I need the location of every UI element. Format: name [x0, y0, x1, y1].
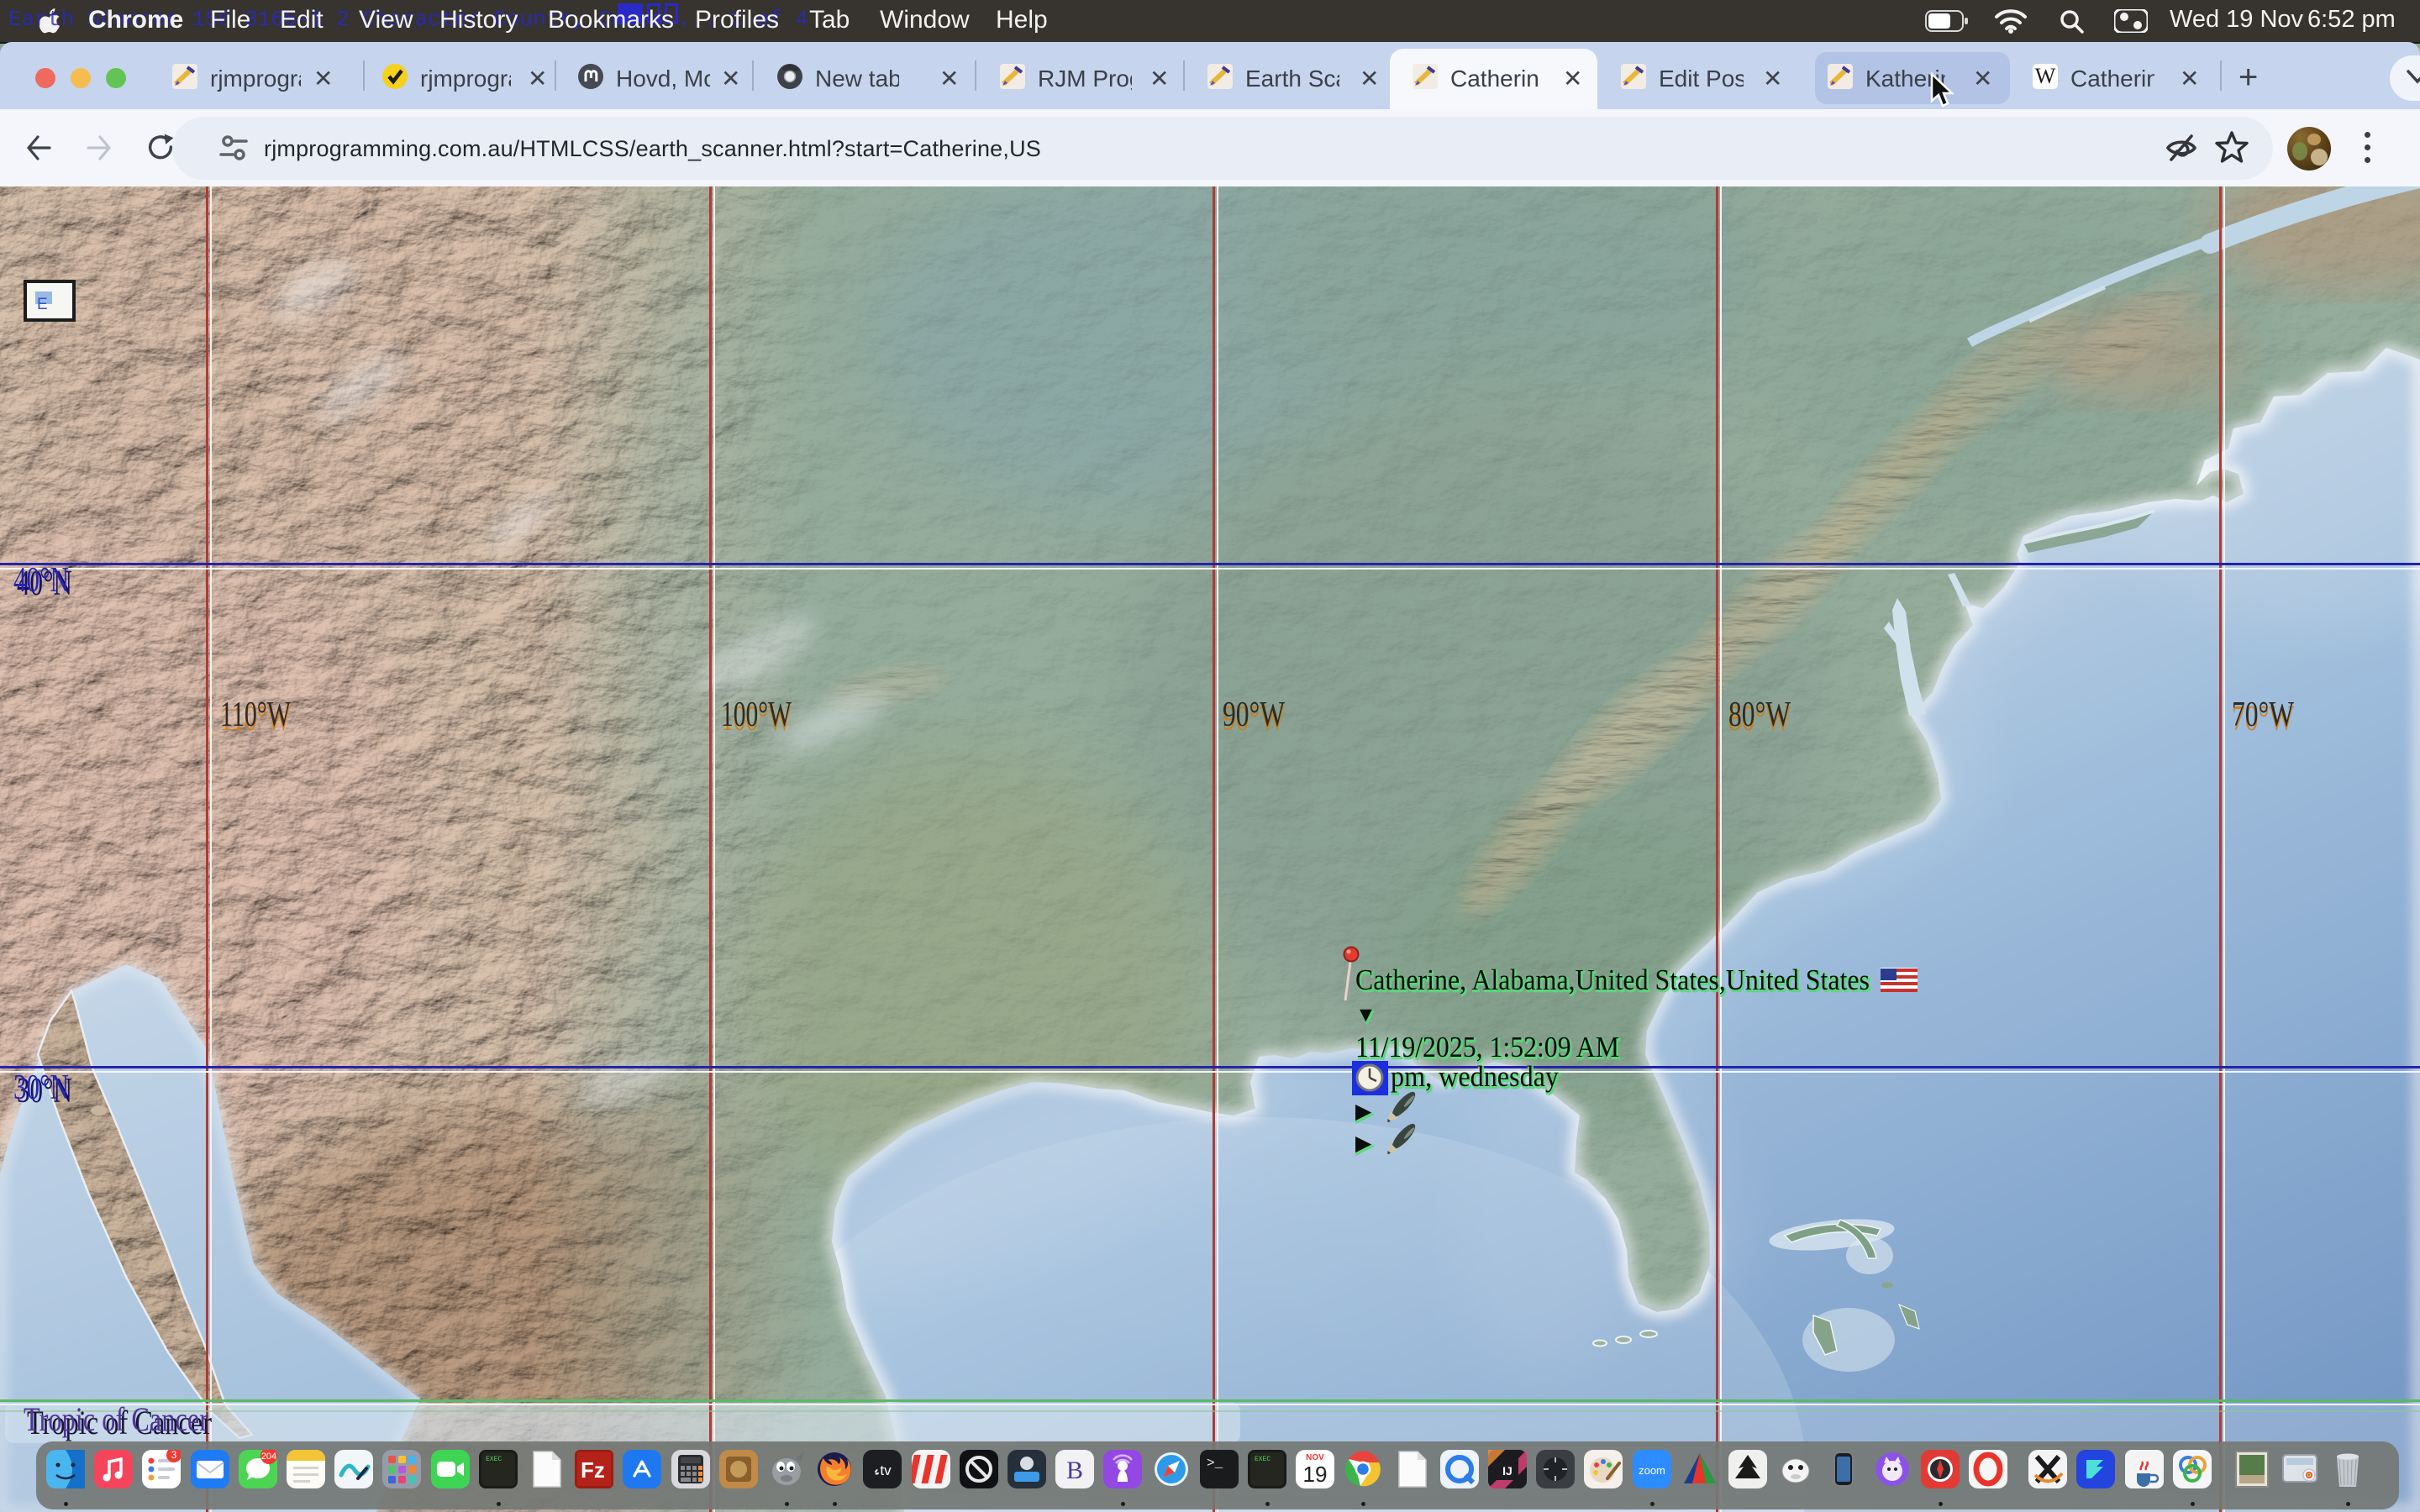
- svg-text:zoom: zoom: [1639, 1464, 1665, 1477]
- svg-text:>_: >_: [1207, 1456, 1223, 1471]
- svg-text:3: 3: [171, 1450, 177, 1461]
- svg-text:▶: ▶: [1355, 1100, 1372, 1123]
- svg-text:B: B: [1066, 1457, 1083, 1484]
- svg-text:80°W: 80°W: [1728, 696, 1791, 734]
- svg-text:pm, wednesday: pm, wednesday: [1391, 1060, 1559, 1093]
- svg-text:40°N: 40°N: [13, 561, 69, 600]
- svg-text:11/19/2025, 1:52:09 AM: 11/19/2025, 1:52:09 AM: [1355, 1031, 1619, 1063]
- svg-text:19: 19: [1303, 1462, 1328, 1487]
- svg-text:E: E: [37, 296, 48, 313]
- svg-text:Catherine, Alabama,United Stat: Catherine, Alabama,United States,United …: [1355, 963, 1870, 996]
- svg-text:EXEC: EXEC: [1255, 1456, 1270, 1463]
- svg-text:90°W: 90°W: [1223, 696, 1285, 734]
- svg-text:110°W: 110°W: [220, 696, 291, 734]
- svg-text:tv: tv: [881, 1462, 892, 1478]
- svg-text:Tropic of Cancer: Tropic of Cancer: [24, 1400, 208, 1438]
- svg-text:204: 204: [261, 1452, 276, 1462]
- svg-text:▶: ▶: [1355, 1132, 1372, 1155]
- svg-text:IJ: IJ: [1502, 1464, 1512, 1478]
- svg-text:70°W: 70°W: [2232, 696, 2294, 734]
- svg-text:▼: ▼: [1355, 1004, 1376, 1026]
- svg-text:Fz: Fz: [581, 1457, 605, 1483]
- svg-text:EXEC: EXEC: [486, 1456, 502, 1463]
- svg-text:100°W: 100°W: [721, 696, 792, 734]
- svg-text:30°N: 30°N: [13, 1068, 69, 1107]
